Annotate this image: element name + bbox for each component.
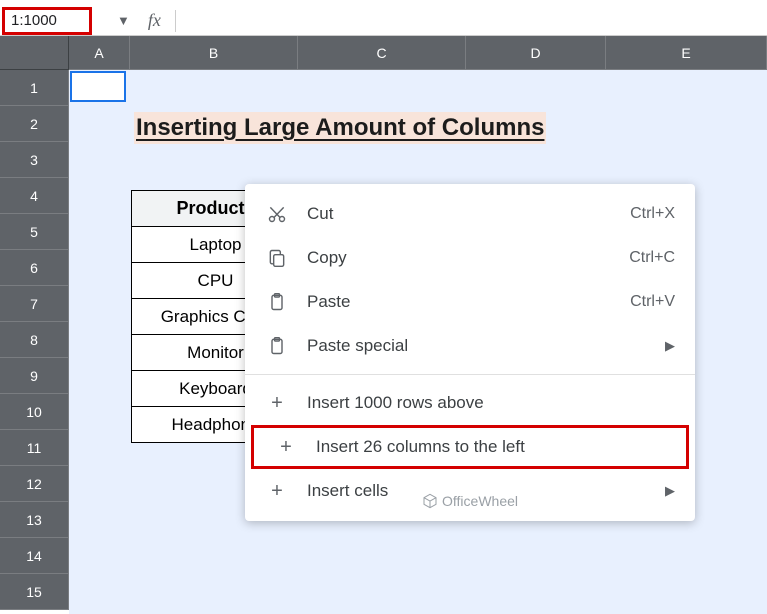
menu-divider (245, 374, 695, 375)
row-header[interactable]: 9 (0, 358, 69, 394)
row-header[interactable]: 2 (0, 106, 69, 142)
row-header[interactable]: 15 (0, 574, 69, 610)
row-header[interactable]: 1 (0, 70, 69, 106)
menu-shortcut: Ctrl+X (630, 205, 675, 223)
row-header[interactable]: 10 (0, 394, 69, 430)
submenu-arrow-icon: ▶ (665, 338, 675, 354)
plus-icon: + (265, 479, 289, 503)
menu-label: Insert cells (307, 481, 657, 501)
row-headers: 1 2 3 4 5 6 7 8 9 10 11 12 13 14 15 (0, 36, 69, 614)
cut-icon (265, 202, 289, 226)
row-header[interactable]: 12 (0, 466, 69, 502)
paste-special-icon (265, 334, 289, 358)
menu-insert-columns[interactable]: + Insert 26 columns to the left (251, 425, 689, 469)
plus-icon: + (265, 391, 289, 415)
row-header[interactable]: 4 (0, 178, 69, 214)
column-headers: A B C D E (69, 36, 767, 70)
menu-shortcut: Ctrl+V (630, 293, 675, 311)
name-box-dropdown[interactable]: ▼ (117, 13, 130, 28)
menu-label: Paste special (307, 336, 657, 356)
menu-insert-cells[interactable]: + Insert cells ▶ (245, 469, 695, 513)
menu-label: Copy (307, 248, 629, 268)
submenu-arrow-icon: ▶ (665, 483, 675, 499)
formula-input[interactable] (176, 9, 767, 33)
row-header[interactable]: 13 (0, 502, 69, 538)
row-header[interactable]: 5 (0, 214, 69, 250)
menu-paste[interactable]: Paste Ctrl+V (245, 280, 695, 324)
fx-label: fx (148, 10, 161, 31)
menu-label: Insert 1000 rows above (307, 393, 675, 413)
paste-icon (265, 290, 289, 314)
col-header[interactable]: E (606, 36, 767, 70)
plus-icon: + (274, 435, 298, 459)
menu-label: Paste (307, 292, 630, 312)
col-header[interactable]: B (130, 36, 298, 70)
menu-label: Cut (307, 204, 630, 224)
col-header[interactable]: A (69, 36, 130, 70)
menu-paste-special[interactable]: Paste special ▶ (245, 324, 695, 368)
menu-shortcut: Ctrl+C (629, 249, 675, 267)
col-header[interactable]: C (298, 36, 466, 70)
row-header[interactable]: 3 (0, 142, 69, 178)
row-header[interactable]: 7 (0, 286, 69, 322)
formula-bar: 1:1000 ▼ fx (0, 0, 767, 36)
menu-cut[interactable]: Cut Ctrl+X (245, 192, 695, 236)
active-cell[interactable] (70, 71, 126, 102)
menu-copy[interactable]: Copy Ctrl+C (245, 236, 695, 280)
context-menu: Cut Ctrl+X Copy Ctrl+C Paste Ctrl+V Past… (245, 184, 695, 521)
row-header[interactable]: 8 (0, 322, 69, 358)
copy-icon (265, 246, 289, 270)
row-header[interactable]: 6 (0, 250, 69, 286)
menu-insert-rows[interactable]: + Insert 1000 rows above (245, 381, 695, 425)
sheet-title: Inserting Large Amount of Columns (134, 112, 546, 144)
col-header[interactable]: D (466, 36, 606, 70)
row-header[interactable]: 14 (0, 538, 69, 574)
menu-label: Insert 26 columns to the left (316, 437, 666, 457)
name-box[interactable]: 1:1000 (2, 7, 92, 35)
row-header[interactable]: 11 (0, 430, 69, 466)
select-all-corner[interactable] (0, 36, 69, 70)
